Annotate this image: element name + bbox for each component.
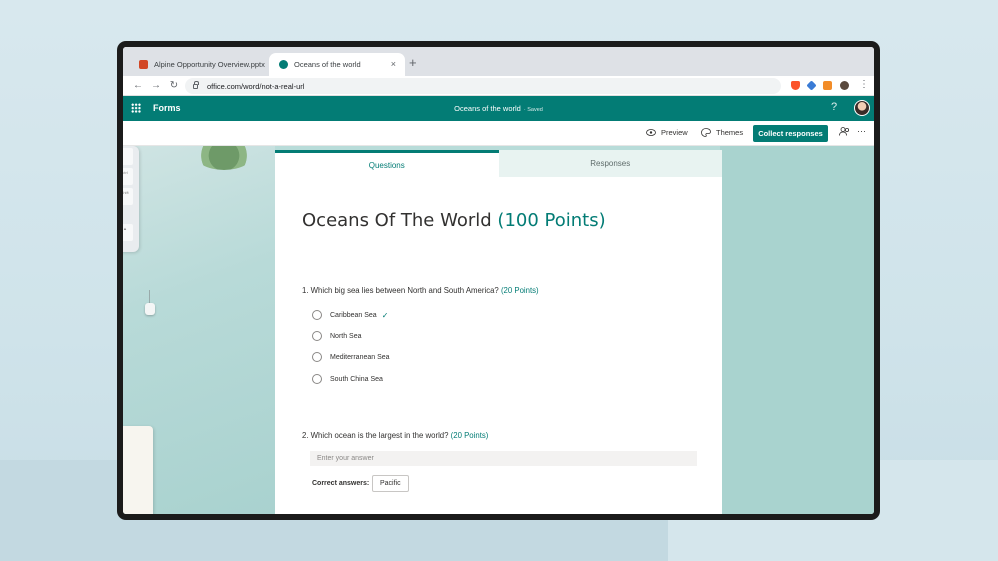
- answer-input[interactable]: [310, 451, 697, 466]
- preview-label: Preview: [661, 128, 688, 137]
- more-options-icon[interactable]: ···: [857, 126, 866, 136]
- browser-tab-pptx[interactable]: Alpine Opportunity Overview.pptx: [129, 53, 267, 76]
- document-title: Oceans of the world · Saved: [123, 104, 874, 113]
- reload-icon[interactable]: ↻: [166, 80, 182, 91]
- brave-shield-icon[interactable]: [791, 81, 800, 90]
- palette-icon: [701, 128, 711, 137]
- help-icon[interactable]: ?: [831, 101, 837, 113]
- question-1[interactable]: 1. Which big sea lies between North and …: [302, 286, 539, 295]
- background-right: [720, 146, 874, 514]
- checkmark-icon: ✓: [381, 310, 389, 320]
- url-text: office.com/word/not-a-real-url: [207, 81, 305, 91]
- new-tab-button[interactable]: +: [409, 56, 417, 69]
- command-bar: Preview Themes Collect responses ···: [123, 121, 874, 146]
- choice-option[interactable]: South China Sea: [312, 374, 383, 384]
- browser-tab-label: Oceans of the world: [294, 60, 361, 69]
- key: ▲: [123, 224, 133, 241]
- extension-icon[interactable]: [806, 80, 817, 91]
- avatar[interactable]: [854, 100, 870, 116]
- browser-window: Alpine Opportunity Overview.pptx Oceans …: [123, 47, 874, 514]
- key: shift: [123, 188, 133, 205]
- browser-tab-strip: Alpine Opportunity Overview.pptx Oceans …: [123, 47, 874, 76]
- form-total-points: (100 Points): [497, 210, 606, 231]
- people-icon[interactable]: [839, 127, 850, 136]
- form-tabs: Questions Responses: [275, 150, 722, 177]
- browser-tab-label: Alpine Opportunity Overview.pptx: [154, 60, 265, 69]
- address-bar: ← → ↻ office.com/word/not-a-real-url ⋮: [123, 76, 874, 96]
- radio-button[interactable]: [312, 374, 322, 384]
- forms-icon: [279, 60, 288, 69]
- save-status: · Saved: [523, 107, 543, 113]
- choice-label: Caribbean Sea: [330, 311, 377, 319]
- document-title-text: Oceans of the world: [454, 104, 521, 113]
- browser-menu-icon[interactable]: ⋮: [859, 78, 869, 92]
- keyboard-image: ctrl shift ▲: [123, 146, 139, 252]
- form-card: Questions Responses Oceans Of The World …: [275, 150, 722, 514]
- powerpoint-icon: [139, 60, 148, 69]
- plant-image: [193, 146, 255, 170]
- choice-label: North Sea: [330, 332, 362, 340]
- back-icon[interactable]: ←: [130, 80, 146, 91]
- forward-icon[interactable]: →: [148, 80, 164, 91]
- forms-header: Forms Oceans of the world · Saved ?: [123, 96, 874, 121]
- collect-responses-button[interactable]: Collect responses: [753, 125, 828, 142]
- choice-option[interactable]: Caribbean Sea ✓: [312, 310, 388, 320]
- preview-button[interactable]: Preview: [646, 128, 688, 137]
- background-desk-image: ctrl shift ▲: [123, 146, 275, 514]
- correct-answer-chip[interactable]: Pacific: [372, 475, 409, 492]
- question-points: (20 Points): [500, 286, 539, 295]
- radio-button[interactable]: [312, 310, 322, 320]
- lock-icon: [193, 80, 199, 89]
- pushpin-image: [145, 290, 155, 316]
- question-points: (20 Points): [450, 431, 489, 440]
- tab-responses[interactable]: Responses: [498, 150, 722, 177]
- browser-tab-forms[interactable]: Oceans of the world ×: [269, 53, 405, 76]
- form-canvas: ctrl shift ▲ Questions Responses Oceans …: [123, 146, 874, 514]
- radio-button[interactable]: [312, 331, 322, 341]
- choice-label: Mediterranean Sea: [330, 353, 390, 361]
- laptop-frame: Alpine Opportunity Overview.pptx Oceans …: [117, 41, 880, 520]
- question-text: 1. Which big sea lies between North and …: [302, 286, 499, 295]
- form-title-text: Oceans Of The World: [302, 210, 492, 231]
- close-icon[interactable]: ×: [391, 59, 396, 69]
- choice-option[interactable]: Mediterranean Sea: [312, 352, 390, 362]
- key: [123, 148, 133, 165]
- question-2[interactable]: 2. Which ocean is the largest in the wor…: [302, 431, 488, 440]
- extension-icon[interactable]: [823, 81, 832, 90]
- choice-option[interactable]: North Sea: [312, 331, 362, 341]
- profile-avatar-icon[interactable]: [840, 81, 849, 90]
- themes-label: Themes: [716, 128, 744, 137]
- correct-answers-label: Correct answers:: [312, 480, 370, 487]
- url-field[interactable]: office.com/word/not-a-real-url: [185, 78, 781, 94]
- form-title[interactable]: Oceans Of The World (100 Points): [302, 210, 606, 231]
- radio-button[interactable]: [312, 352, 322, 362]
- eye-icon: [646, 129, 656, 136]
- themes-button[interactable]: Themes: [701, 128, 743, 137]
- question-text: 2. Which ocean is the largest in the wor…: [302, 431, 449, 440]
- key: ctrl: [123, 168, 133, 185]
- notebook-image: [123, 426, 153, 514]
- choice-label: South China Sea: [330, 375, 383, 383]
- tab-questions[interactable]: Questions: [275, 150, 499, 177]
